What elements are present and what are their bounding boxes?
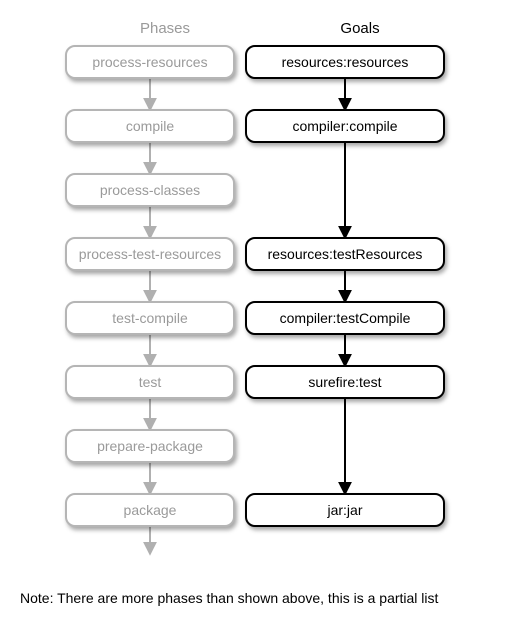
phase-label: compile — [126, 118, 174, 134]
phase-label: process-classes — [100, 182, 200, 198]
goal-label: resources:testResources — [268, 246, 423, 262]
goal-node: resources:testResources — [245, 237, 445, 271]
lifecycle-diagram: Phases Goals process-resources compile pro… — [20, 20, 505, 580]
phase-label: process-test-resources — [79, 246, 221, 262]
phase-node: test — [65, 365, 235, 399]
phase-label: test-compile — [112, 310, 187, 326]
goal-label: compiler:compile — [292, 118, 397, 134]
phase-label: process-resources — [92, 54, 207, 70]
phase-node: process-resources — [65, 45, 235, 79]
phase-node: package — [65, 493, 235, 527]
goal-label: surefire:test — [308, 374, 381, 390]
goal-node: surefire:test — [245, 365, 445, 399]
goal-label: resources:resources — [282, 54, 409, 70]
goal-label: compiler:testCompile — [280, 310, 411, 326]
goal-node: compiler:compile — [245, 109, 445, 143]
phase-label: prepare-package — [97, 438, 203, 454]
goal-node: jar:jar — [245, 493, 445, 527]
goal-node: resources:resources — [245, 45, 445, 79]
phase-node: compile — [65, 109, 235, 143]
goal-label: jar:jar — [327, 502, 362, 518]
phase-node: process-test-resources — [65, 237, 235, 271]
phase-label: test — [139, 374, 162, 390]
footnote: Note: There are more phases than shown a… — [20, 590, 505, 606]
goals-column-header: Goals — [260, 20, 460, 37]
phase-node: prepare-package — [65, 429, 235, 463]
phases-column-header: Phases — [80, 20, 250, 37]
phase-node: process-classes — [65, 173, 235, 207]
goal-node: compiler:testCompile — [245, 301, 445, 335]
phase-node: test-compile — [65, 301, 235, 335]
phase-label: package — [124, 502, 177, 518]
